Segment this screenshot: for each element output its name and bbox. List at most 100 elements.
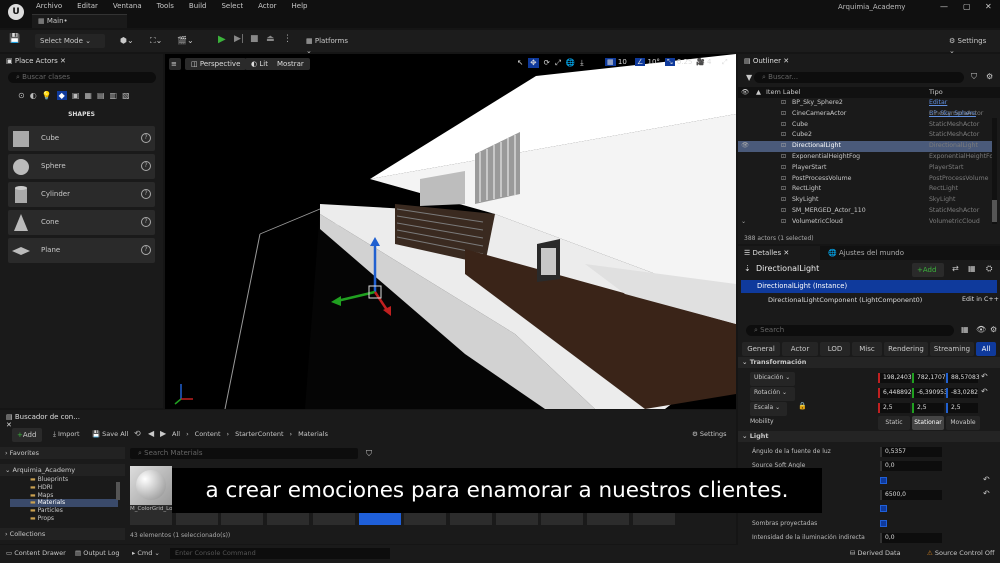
outliner-search[interactable]: ⌕ Buscar... [754,72,964,83]
close-tab-icon[interactable]: ✕ [783,249,789,257]
scale-lock-icon[interactable]: 🔒 [798,402,807,410]
outliner-row[interactable]: ⊡ Cube StaticMeshActor [738,120,992,131]
item-label-header[interactable]: Item Label [766,87,800,98]
reset-rotation-icon[interactable]: ↶ [981,387,988,396]
close-tab-icon[interactable]: ✕ [6,421,12,429]
minimize-icon[interactable]: — [940,2,948,11]
save-icon[interactable]: 💾 [9,34,20,44]
save-all-button[interactable]: 💾 Save All [92,430,128,438]
details-settings-icon[interactable]: ⚙ [990,325,997,334]
folder-item[interactable]: ▬ Materials [10,499,118,508]
eject-icon[interactable]: ⏏ [266,34,275,44]
menu-archivo[interactable]: Archivo [36,2,62,10]
filter-icon[interactable]: ⛉ [971,72,977,82]
breadcrumb-startercontent[interactable]: StarterContent [235,430,283,438]
filter-icon[interactable]: ⛉ [366,449,372,459]
cinematics-icon[interactable]: 🎬⌄ [177,36,194,45]
level-tab[interactable]: ▦ Main• [32,14,127,28]
select-mode-dropdown[interactable]: Select Mode ⌄ [35,34,105,48]
shape-item-cylinder[interactable]: Cylinder ? [8,182,155,207]
folder-item[interactable]: ▬ Blueprints [10,476,118,484]
outliner-row[interactable]: 👁 ⊡ DirectionalLight DirectionalLight [738,141,992,152]
outliner-scrollbar[interactable] [992,118,997,224]
outliner-row[interactable]: ⊡ ExponentialHeightFog ExponentialHeightFo [738,152,993,163]
components-view-icon[interactable]: ▦ [968,264,976,273]
step-icon[interactable]: ▶| [234,34,244,44]
lock-details-icon[interactable]: ⛭ [986,264,992,274]
stop-icon[interactable]: ■ [250,34,259,44]
material-thumbnail[interactable] [130,466,172,506]
details-search[interactable]: ⌕ Search [746,325,954,336]
outliner-row[interactable]: ⌄ ⊡ VolumetricCloud VolumetricCloud [738,217,992,228]
visibility-icon[interactable]: 👁 [741,141,749,152]
location-dropdown[interactable]: Ubicación ⌄ [750,372,795,386]
outliner-row[interactable]: ⊡ BP_Sky_Sphere2 Editar BP_Sky_Sphere [738,98,992,117]
scale-y-field[interactable]: 2,5 [912,403,944,413]
place-actors-tab[interactable]: ▣ Place Actors ✕ [0,54,85,68]
maximize-icon[interactable]: ▢ [963,2,971,11]
outliner-row[interactable]: ⊡ SkyLight SkyLight [738,195,992,206]
rotation-y-field[interactable]: -6,390953 [912,388,948,398]
filter-lod[interactable]: LOD [820,342,850,356]
show-button[interactable]: Mostrar [271,58,310,70]
property-value-field[interactable]: 0,0 [880,532,942,543]
level-viewport[interactable]: ≡ ◫ Perspective ◐ Lit Mostrar ↖ ✥ ⟳ ⤢ 🌐 ⤓ ▦ 1… [165,54,736,409]
reset-property-icon[interactable]: ↶ [983,489,990,498]
component-row[interactable]: DirectionalLightComponent (LightComponen… [768,296,922,304]
play-icon[interactable]: ▶ [218,34,226,45]
cinematic-icon[interactable]: ▣ [72,91,80,100]
maximize-viewport-icon[interactable]: ⤢ [722,58,728,67]
scale-x-field[interactable]: 2,5 [878,403,910,413]
blueprint-convert-icon[interactable]: ⇄ [952,264,959,273]
menu-tools[interactable]: Tools [157,2,174,10]
camera-speed[interactable]: 🎥 4 [696,58,711,66]
platforms-button[interactable]: ▦ Platforms ⌄ [301,34,359,55]
menu-actor[interactable]: Actor [258,2,276,10]
menu-help[interactable]: Help [292,2,308,10]
mobility-stationary[interactable]: Stationar [912,416,944,430]
rotate-tool-icon[interactable]: ⟳ [544,58,550,68]
back-icon[interactable]: ◀ [148,429,154,438]
surface-snap-icon[interactable]: ⤓ [580,58,583,68]
select-tool-icon[interactable]: ↖ [517,58,523,68]
light-section[interactable]: ⌄ Light [738,431,1000,442]
output-log-button[interactable]: ▤ Output Log [75,549,119,557]
content-settings-button[interactable]: ⚙ Settings [692,430,727,438]
property-checkbox[interactable] [880,519,887,527]
help-icon[interactable]: ? [141,133,151,143]
close-tab-icon[interactable]: ✕ [60,57,66,65]
rotation-dropdown[interactable]: Rotación ⌄ [750,387,795,401]
shape-item-sphere[interactable]: Sphere ? [8,154,155,179]
help-icon[interactable]: ? [141,161,151,171]
settings-gear-icon[interactable]: ⚙ [986,72,993,81]
help-icon[interactable]: ? [141,217,151,227]
outliner-row[interactable]: ⊡ PostProcessVolume PostProcessVolume [738,174,992,185]
history-icon[interactable]: ⟲ [134,429,141,438]
basic-icon[interactable]: ◐ [30,91,37,100]
location-y-field[interactable]: 782,1707 [912,373,946,383]
world-settings-tab[interactable]: 🌐 Ajustes del mundo [822,246,912,260]
property-value-field[interactable]: 6500,0 [880,489,942,500]
scale-snap[interactable]: ⤡ 0.25 [665,58,692,67]
property-value-field[interactable]: 0,5357 [880,447,942,457]
viewport-menu-icon[interactable]: ≡ [169,58,181,70]
eye-filter-icon[interactable]: 👁 [976,325,986,334]
place-actors-search[interactable]: ⌕ Buscar clases [8,72,156,83]
console-input[interactable]: Enter Console Command [170,548,390,559]
filter-misc[interactable]: Misc [852,342,882,356]
location-z-field[interactable]: 88,57083 [946,373,980,383]
folder-item[interactable]: ▬ Maps [10,492,118,500]
mobility-movable[interactable]: Movable [946,416,980,430]
type-header[interactable]: Tipo [929,87,943,98]
world-space-icon[interactable]: 🌐 [566,58,575,68]
visibility-icon[interactable]: ⌄ [741,217,746,228]
rotation-x-field[interactable]: 6,448892 [878,388,912,398]
scale-tool-icon[interactable]: ⤢ [555,58,561,68]
content-search[interactable]: ⌕ Search Materials [130,448,358,459]
close-icon[interactable]: ✕ [985,2,992,11]
help-icon[interactable]: ? [141,189,151,199]
filter-rendering[interactable]: Rendering [884,342,928,356]
menu-select[interactable]: Select [221,2,243,10]
filter-actor[interactable]: Actor [782,342,818,356]
move-tool-icon[interactable]: ✥ [528,58,539,68]
